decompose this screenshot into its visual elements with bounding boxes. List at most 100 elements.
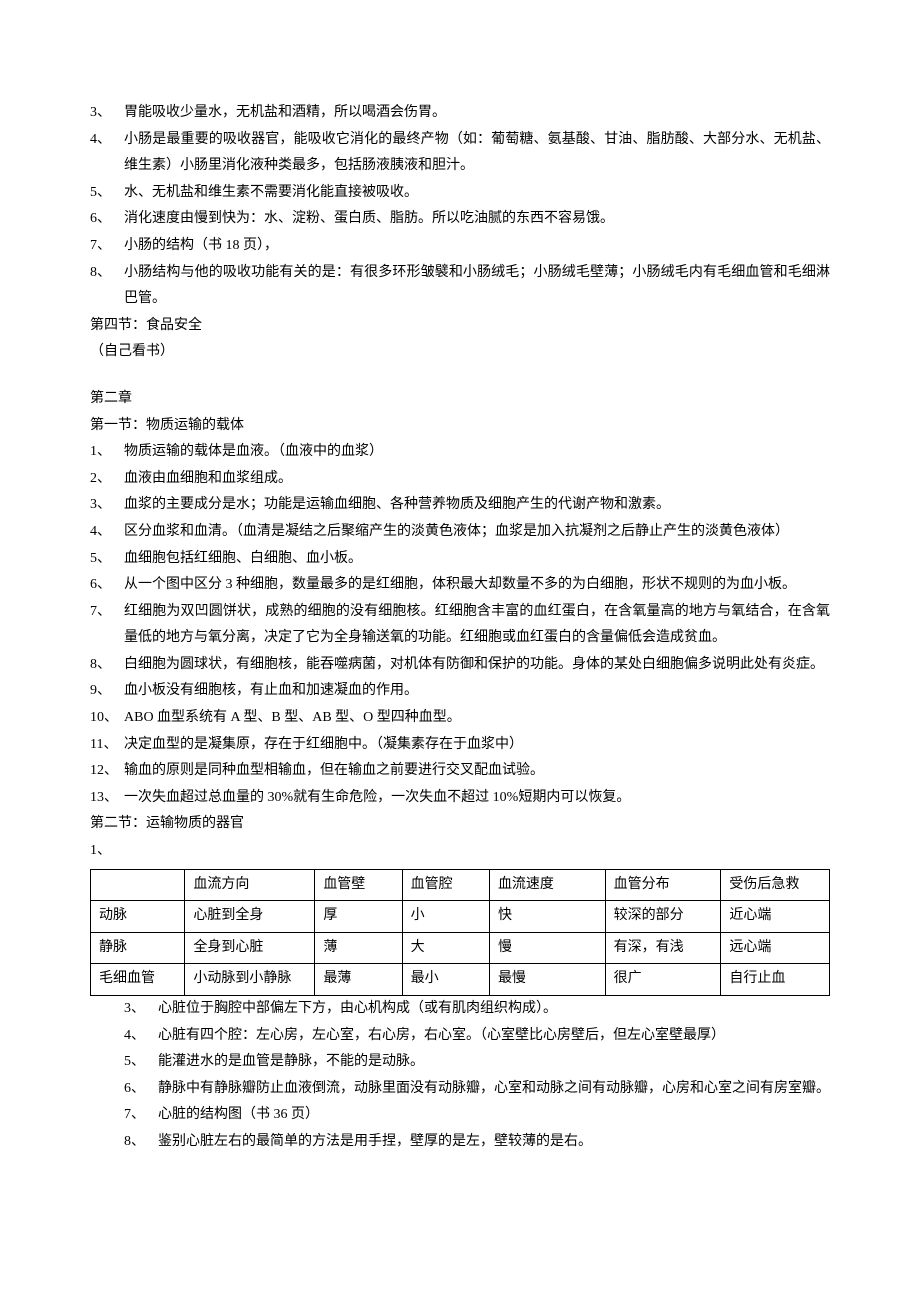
item-number: 6、 (124, 1076, 158, 1103)
table-cell: 动脉 (91, 901, 185, 933)
list-item: 6、消化速度由慢到快为：水、淀粉、蛋白质、脂肪。所以吃油腻的东西不容易饿。 (90, 206, 830, 233)
list-item: 8、鉴别心脏左右的最简单的方法是用手捏，壁厚的是左，壁较薄的是右。 (124, 1129, 830, 1156)
item-text: 小肠是最重要的吸收器官，能吸收它消化的最终产物（如：葡萄糖、氨基酸、甘油、脂肪酸… (124, 127, 830, 180)
item-text: 白细胞为圆球状，有细胞核，能吞噬病菌，对机体有防御和保护的功能。身体的某处白细胞… (124, 652, 830, 679)
item-text: 从一个图中区分 3 种细胞，数量最多的是红细胞，体积最大却数量不多的为白细胞，形… (124, 572, 830, 599)
item-number: 5、 (124, 1049, 158, 1076)
item-text: 血细胞包括红细胞、白细胞、血小板。 (124, 546, 830, 573)
table-cell: 血管腔 (402, 869, 489, 901)
list-item: 4、区分血浆和血清。（血清是凝结之后聚缩产生的淡黄色液体；血浆是加入抗凝剂之后静… (90, 519, 830, 546)
table-cell: 慢 (489, 932, 605, 964)
table-cell: 毛细血管 (91, 964, 185, 996)
item-text: 一次失血超过总血量的 30%就有生命危险，一次失血不超过 10%短期内可以恢复。 (124, 785, 830, 812)
list-item: 2、血液由血细胞和血浆组成。 (90, 466, 830, 493)
item-text: 静脉中有静脉瓣防止血液倒流，动脉里面没有动脉瓣，心室和动脉之间有动脉瓣，心房和心… (158, 1076, 830, 1103)
item-text: 心脏的结构图（书 36 页） (158, 1102, 830, 1129)
list-item: 6、静脉中有静脉瓣防止血液倒流，动脉里面没有动脉瓣，心室和动脉之间有动脉瓣，心房… (124, 1076, 830, 1103)
table-cell: 全身到心脏 (185, 932, 315, 964)
list-item: 1、物质运输的载体是血液。（血液中的血浆） (90, 439, 830, 466)
table-cell: 厚 (315, 901, 402, 933)
item-text: 消化速度由慢到快为：水、淀粉、蛋白质、脂肪。所以吃油腻的东西不容易饿。 (124, 206, 830, 233)
list-item: 10、ABO 血型系统有 A 型、B 型、AB 型、O 型四种血型。 (90, 705, 830, 732)
table-cell: 自行止血 (721, 964, 830, 996)
item-text: 区分血浆和血清。（血清是凝结之后聚缩产生的淡黄色液体；血浆是加入抗凝剂之后静止产… (124, 519, 830, 546)
item-number: 4、 (124, 1023, 158, 1050)
item-number: 13、 (90, 785, 124, 812)
table-cell: 血管壁 (315, 869, 402, 901)
item-number: 8、 (90, 652, 124, 679)
table-cell: 最薄 (315, 964, 402, 996)
table-cell: 小 (402, 901, 489, 933)
item-text: 血小板没有细胞核，有止血和加速凝血的作用。 (124, 678, 830, 705)
table-cell: 血管分布 (605, 869, 721, 901)
table-row: 静脉 全身到心脏 薄 大 慢 有深，有浅 远心端 (91, 932, 830, 964)
list-item: 3、血浆的主要成分是水；功能是运输血细胞、各种营养物质及细胞产生的代谢产物和激素… (90, 492, 830, 519)
chapter-2-section-1-title: 第一节：物质运输的载体 (90, 413, 830, 440)
list-item: 9、血小板没有细胞核，有止血和加速凝血的作用。 (90, 678, 830, 705)
section-4-title: 第四节：食品安全 (90, 313, 830, 340)
item-text: 水、无机盐和维生素不需要消化能直接被吸收。 (124, 180, 830, 207)
ch2s2-item-list: 3、心脏位于胸腔中部偏左下方，由心机构成（或有肌肉组织构成）。 4、心脏有四个腔… (90, 996, 830, 1156)
item-number: 6、 (90, 572, 124, 599)
item-number: 1、 (90, 439, 124, 466)
table-lead-number: 1、 (90, 838, 830, 865)
table-cell: 受伤后急救 (721, 869, 830, 901)
table-row: 动脉 心脏到全身 厚 小 快 较深的部分 近心端 (91, 901, 830, 933)
list-item: 8、白细胞为圆球状，有细胞核，能吞噬病菌，对机体有防御和保护的功能。身体的某处白… (90, 652, 830, 679)
list-item: 7、心脏的结构图（书 36 页） (124, 1102, 830, 1129)
item-number: 12、 (90, 758, 124, 785)
table-cell: 近心端 (721, 901, 830, 933)
list-item: 5、能灌进水的是血管是静脉，不能的是动脉。 (124, 1049, 830, 1076)
item-number: 9、 (90, 678, 124, 705)
list-item: 5、水、无机盐和维生素不需要消化能直接被吸收。 (90, 180, 830, 207)
top-item-list: 3、胃能吸收少量水，无机盐和酒精，所以喝酒会伤胃。 4、小肠是最重要的吸收器官，… (90, 100, 830, 313)
list-item: 4、心脏有四个腔：左心房，左心室，右心房，右心室。（心室壁比心房壁后，但左心室壁… (124, 1023, 830, 1050)
list-item: 6、从一个图中区分 3 种细胞，数量最多的是红细胞，体积最大却数量不多的为白细胞… (90, 572, 830, 599)
item-text: 红细胞为双凹圆饼状，成熟的细胞的没有细胞核。红细胞含丰富的血红蛋白，在含氧量高的… (124, 599, 830, 652)
item-number: 4、 (90, 127, 124, 180)
item-number: 5、 (90, 546, 124, 573)
list-item: 4、小肠是最重要的吸收器官，能吸收它消化的最终产物（如：葡萄糖、氨基酸、甘油、脂… (90, 127, 830, 180)
item-text: 血液由血细胞和血浆组成。 (124, 466, 830, 493)
item-number: 2、 (90, 466, 124, 493)
item-text: 决定血型的是凝集原，存在于红细胞中。（凝集素存在于血浆中） (124, 732, 830, 759)
item-text: ABO 血型系统有 A 型、B 型、AB 型、O 型四种血型。 (124, 705, 830, 732)
list-item: 13、一次失血超过总血量的 30%就有生命危险，一次失血不超过 10%短期内可以… (90, 785, 830, 812)
list-item: 3、胃能吸收少量水，无机盐和酒精，所以喝酒会伤胃。 (90, 100, 830, 127)
table-cell: 小动脉到小静脉 (185, 964, 315, 996)
table-cell: 薄 (315, 932, 402, 964)
list-item: 11、决定血型的是凝集原，存在于红细胞中。（凝集素存在于血浆中） (90, 732, 830, 759)
table-cell: 远心端 (721, 932, 830, 964)
item-number: 10、 (90, 705, 124, 732)
item-text: 小肠结构与他的吸收功能有关的是：有很多环形皱襞和小肠绒毛；小肠绒毛壁薄；小肠绒毛… (124, 260, 830, 313)
item-text: 能灌进水的是血管是静脉，不能的是动脉。 (158, 1049, 830, 1076)
list-item: 7、小肠的结构（书 18 页）， (90, 233, 830, 260)
table-row: 血流方向 血管壁 血管腔 血流速度 血管分布 受伤后急救 (91, 869, 830, 901)
list-item: 12、输血的原则是同种血型相输血，但在输血之前要进行交叉配血试验。 (90, 758, 830, 785)
item-number: 8、 (124, 1129, 158, 1156)
item-number: 8、 (90, 260, 124, 313)
list-item: 7、红细胞为双凹圆饼状，成熟的细胞的没有细胞核。红细胞含丰富的血红蛋白，在含氧量… (90, 599, 830, 652)
table-cell: 血流方向 (185, 869, 315, 901)
item-number: 7、 (90, 599, 124, 652)
item-text: 心脏位于胸腔中部偏左下方，由心机构成（或有肌肉组织构成）。 (158, 996, 830, 1023)
table-cell: 快 (489, 901, 605, 933)
item-number: 3、 (90, 492, 124, 519)
table-cell: 有深，有浅 (605, 932, 721, 964)
item-text: 血浆的主要成分是水；功能是运输血细胞、各种营养物质及细胞产生的代谢产物和激素。 (124, 492, 830, 519)
item-number: 6、 (90, 206, 124, 233)
item-number: 7、 (124, 1102, 158, 1129)
item-number: 3、 (90, 100, 124, 127)
item-number: 3、 (124, 996, 158, 1023)
blood-vessel-table: 血流方向 血管壁 血管腔 血流速度 血管分布 受伤后急救 动脉 心脏到全身 厚 … (90, 869, 830, 996)
table-cell: 最小 (402, 964, 489, 996)
ch2s1-item-list: 1、物质运输的载体是血液。（血液中的血浆） 2、血液由血细胞和血浆组成。 3、血… (90, 439, 830, 811)
item-text: 鉴别心脏左右的最简单的方法是用手捏，壁厚的是左，壁较薄的是右。 (158, 1129, 830, 1156)
item-text: 胃能吸收少量水，无机盐和酒精，所以喝酒会伤胃。 (124, 100, 830, 127)
table-cell: 心脏到全身 (185, 901, 315, 933)
item-number: 4、 (90, 519, 124, 546)
table-cell: 大 (402, 932, 489, 964)
item-number: 11、 (90, 732, 124, 759)
table-cell: 最慢 (489, 964, 605, 996)
item-text: 物质运输的载体是血液。（血液中的血浆） (124, 439, 830, 466)
